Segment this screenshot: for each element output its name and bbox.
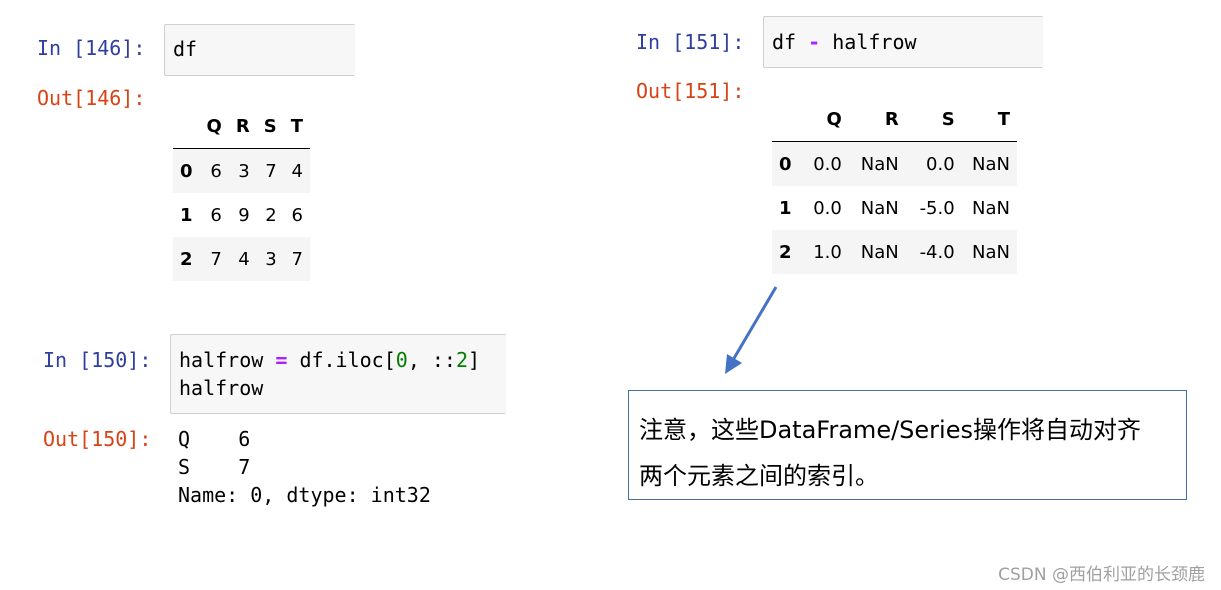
in-prompt-146: In [146]: xyxy=(37,36,146,60)
table-cell: NaN xyxy=(860,197,899,219)
out-prompt-151: Out[151]: xyxy=(636,79,745,103)
row-index: 2 xyxy=(180,248,193,270)
table-cell: 4 xyxy=(238,248,250,270)
code-token: df.iloc[ xyxy=(299,348,396,372)
row-index: 0 xyxy=(180,160,193,182)
table-cell: NaN xyxy=(860,153,899,175)
table-cell: 0.0 xyxy=(813,153,842,175)
table-cell: 7 xyxy=(210,248,222,270)
code-number: 0 xyxy=(395,348,408,372)
out-prompt-146: Out[146]: xyxy=(37,86,146,110)
series-output-line: S 7 xyxy=(178,455,251,479)
code-token: df xyxy=(772,30,797,54)
table-header-row: Q R S T xyxy=(173,104,310,149)
series-output-line: Q 6 xyxy=(178,427,251,451)
table-row: 0 0.0 NaN 0.0 NaN xyxy=(772,141,1017,186)
table-row: 2 1.0 NaN -4.0 NaN xyxy=(772,230,1017,274)
table-row: 1 0.0 NaN -5.0 NaN xyxy=(772,186,1017,230)
table-cell: 3 xyxy=(265,248,277,270)
code-cell-146[interactable]: df xyxy=(164,24,355,76)
in-prompt-151: In [151]: xyxy=(636,30,745,54)
code-line-2: halfrow xyxy=(179,376,264,400)
row-index: 2 xyxy=(779,241,792,263)
column-header: T xyxy=(961,97,1017,142)
table-cell: 0.0 xyxy=(926,153,955,175)
table-cell: 2 xyxy=(265,204,277,226)
table-cell: 6 xyxy=(210,160,222,182)
code-token: halfrow xyxy=(832,30,917,54)
table-cell: NaN xyxy=(972,153,1010,175)
table-cell: 3 xyxy=(238,160,250,182)
table-header-row: Q R S T xyxy=(772,97,1017,142)
code-token: , :: xyxy=(407,348,456,372)
table-cell: NaN xyxy=(860,241,899,263)
code-cell-150[interactable]: halfrow = df.iloc[0, ::2] halfrow xyxy=(170,334,506,414)
row-index: 1 xyxy=(779,197,792,219)
code-line: df - halfrow xyxy=(772,28,917,56)
note-line-2: 两个元素之间的索引。 xyxy=(639,462,879,490)
note-callout: 注意，这些DataFrame/Series操作将自动对齐 两个元素之间的索引。 xyxy=(628,390,1187,500)
column-header: S xyxy=(905,97,962,142)
code-cell-151[interactable]: df - halfrow xyxy=(763,16,1043,68)
table-cell: 0.0 xyxy=(813,197,842,219)
table-cell: 7 xyxy=(291,248,303,270)
code-operator: = xyxy=(275,348,288,372)
table-cell: 7 xyxy=(265,160,277,182)
dataframe-output-146: Q R S T 0 6 3 7 4 1 6 9 2 6 2 7 4 3 7 xyxy=(173,104,310,281)
column-header: T xyxy=(283,104,310,149)
in-prompt-150: In [150]: xyxy=(43,348,152,372)
index-header xyxy=(173,104,200,149)
code-line: df xyxy=(173,37,198,61)
table-cell: NaN xyxy=(972,241,1010,263)
note-text: 注意，这些DataFrame/Series操作将自动对齐 两个元素之间的索引。 xyxy=(639,407,1184,499)
index-header xyxy=(772,97,799,142)
table-cell: 9 xyxy=(238,204,250,226)
table-cell: -4.0 xyxy=(919,241,955,263)
table-cell: 4 xyxy=(291,160,303,182)
code-operator: - xyxy=(808,30,821,54)
table-cell: 1.0 xyxy=(813,241,842,263)
row-index: 0 xyxy=(779,153,792,175)
column-header: Q xyxy=(199,104,229,149)
table-row: 0 6 3 7 4 xyxy=(173,148,310,193)
arrow-down-left-icon xyxy=(725,286,778,374)
code-number: 2 xyxy=(455,348,469,372)
series-output-line: Name: 0, dtype: int32 xyxy=(178,483,431,507)
note-line-1: 注意，这些DataFrame/Series操作将自动对齐 xyxy=(639,416,1141,444)
out-prompt-150: Out[150]: xyxy=(43,427,152,451)
column-header: R xyxy=(228,104,257,149)
table-cell: 6 xyxy=(210,204,222,226)
table-cell: -5.0 xyxy=(919,197,955,219)
column-header: Q xyxy=(798,97,849,142)
code-token: ] xyxy=(468,348,481,372)
table-cell: 6 xyxy=(291,204,303,226)
table-cell: NaN xyxy=(972,197,1010,219)
table-row: 2 7 4 3 7 xyxy=(173,237,310,281)
table-row: 1 6 9 2 6 xyxy=(173,193,310,237)
row-index: 1 xyxy=(180,204,193,226)
column-header: R xyxy=(848,97,906,142)
dataframe-output-151: Q R S T 0 0.0 NaN 0.0 NaN 1 0.0 NaN -5.0… xyxy=(772,97,1017,274)
watermark: CSDN @西伯利亚的长颈鹿 xyxy=(998,565,1205,585)
code-line-1: halfrow = df.iloc[0, ::2] xyxy=(179,346,480,374)
code-token: halfrow xyxy=(179,348,264,372)
column-header: S xyxy=(256,104,284,149)
